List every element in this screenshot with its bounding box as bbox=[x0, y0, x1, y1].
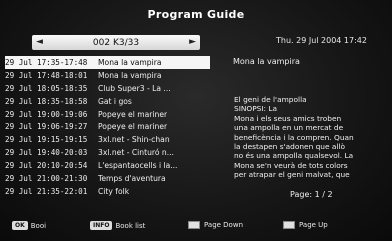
page-up-label: Page Up bbox=[299, 221, 328, 229]
page-indicator: Page: 1 / 2 bbox=[290, 190, 333, 199]
program-time: 29 Jul 20:10-20:54 bbox=[5, 161, 88, 171]
program-time: 29 Jul 21:00-21:30 bbox=[5, 173, 88, 183]
program-row[interactable]: 29 Jul 18:05-18:35 Club Super3 - La ... bbox=[5, 82, 210, 95]
book-button[interactable]: OK Booi bbox=[12, 221, 46, 230]
program-title: L'espantaocells i la... bbox=[98, 161, 178, 171]
program-title: Mona la vampira bbox=[98, 70, 162, 80]
program-time: 29 Jul 21:35-22:01 bbox=[5, 186, 88, 196]
program-time: 29 Jul 17:35-17:48 bbox=[5, 57, 88, 67]
program-row[interactable]: 29 Jul 17:48-18:01 Mona la vampira bbox=[5, 69, 210, 82]
program-time: 29 Jul 19:00-19:06 bbox=[5, 109, 88, 119]
program-time: 29 Jul 17:48-18:01 bbox=[5, 70, 88, 80]
program-row[interactable]: 29 Jul 19:15-19:15 3xl.net - Shin-chan bbox=[5, 133, 210, 146]
program-description: El geni de l'ampolla SINOPSI: La Mona i … bbox=[234, 95, 354, 180]
program-title: 3xl.net - Shin-chan bbox=[98, 135, 170, 145]
program-title: Gat i gos bbox=[98, 96, 132, 106]
page-down-label: Page Down bbox=[204, 221, 244, 229]
selected-program-title: Mona la vampira bbox=[233, 57, 300, 66]
ok-key-icon: OK bbox=[12, 221, 28, 230]
current-datetime: Thu. 29 Jul 2004 17:42 bbox=[276, 36, 367, 45]
arrow-right-icon[interactable]: ► bbox=[189, 37, 196, 47]
program-row[interactable]: 29 Jul 18:35-18:58 Gat i gos bbox=[5, 95, 210, 108]
program-title: Mona la vampira bbox=[98, 57, 162, 67]
channel-selector[interactable]: ◄ 002 K3/33 ► bbox=[32, 35, 200, 50]
page-up-button[interactable]: Page Up bbox=[283, 221, 328, 229]
epg-screen: Program Guide ◄ 002 K3/33 ► Thu. 29 Jul … bbox=[0, 0, 392, 241]
book-list-label: Book list bbox=[115, 221, 146, 230]
program-row[interactable]: 29 Jul 21:35-22:01 City folk bbox=[5, 185, 210, 198]
program-row[interactable]: 29 Jul 21:00-21:30 Temps d'aventura bbox=[5, 172, 210, 185]
page-title: Program Guide bbox=[147, 8, 245, 21]
program-title: 3xl.net - Cinturó n... bbox=[98, 148, 174, 158]
arrow-left-icon[interactable]: ◄ bbox=[36, 37, 43, 47]
book-list-button[interactable]: INFO Book list bbox=[90, 221, 145, 230]
program-row[interactable]: 29 Jul 19:40-20:03 3xl.net - Cinturó n..… bbox=[5, 146, 210, 159]
program-row[interactable]: 29 Jul 20:10-20:54 L'espantaocells i la.… bbox=[5, 159, 210, 172]
program-row[interactable]: 29 Jul 17:35-17:48 Mona la vampira bbox=[5, 56, 210, 69]
program-time: 29 Jul 18:05-18:35 bbox=[5, 83, 88, 93]
book-label: Booi bbox=[30, 221, 47, 230]
program-title: Club Super3 - La ... bbox=[98, 83, 171, 93]
program-time: 29 Jul 19:06-19:27 bbox=[5, 122, 88, 132]
page-up-key-icon bbox=[283, 221, 295, 229]
program-title: Popeye el mariner bbox=[98, 109, 168, 119]
program-list: 29 Jul 17:35-17:48 Mona la vampira 29 Ju… bbox=[5, 56, 210, 198]
program-time: 29 Jul 19:15-19:15 bbox=[5, 135, 88, 145]
program-row[interactable]: 29 Jul 19:06-19:27 Popeye el mariner bbox=[5, 120, 210, 133]
page-down-button[interactable]: Page Down bbox=[188, 221, 243, 229]
program-row[interactable]: 29 Jul 19:00-19:06 Popeye el mariner bbox=[5, 108, 210, 121]
program-time: 29 Jul 19:40-20:03 bbox=[5, 148, 88, 158]
program-title: Temps d'aventura bbox=[98, 173, 166, 183]
page-down-key-icon bbox=[188, 221, 200, 229]
info-key-icon: INFO bbox=[90, 221, 113, 230]
program-title: Popeye el mariner bbox=[98, 122, 168, 132]
program-time: 29 Jul 18:35-18:58 bbox=[5, 96, 88, 106]
channel-label: 002 K3/33 bbox=[92, 37, 140, 48]
footer-bar: OK Booi INFO Book list Page Down Page Up bbox=[0, 216, 392, 241]
program-title: City folk bbox=[98, 186, 130, 196]
